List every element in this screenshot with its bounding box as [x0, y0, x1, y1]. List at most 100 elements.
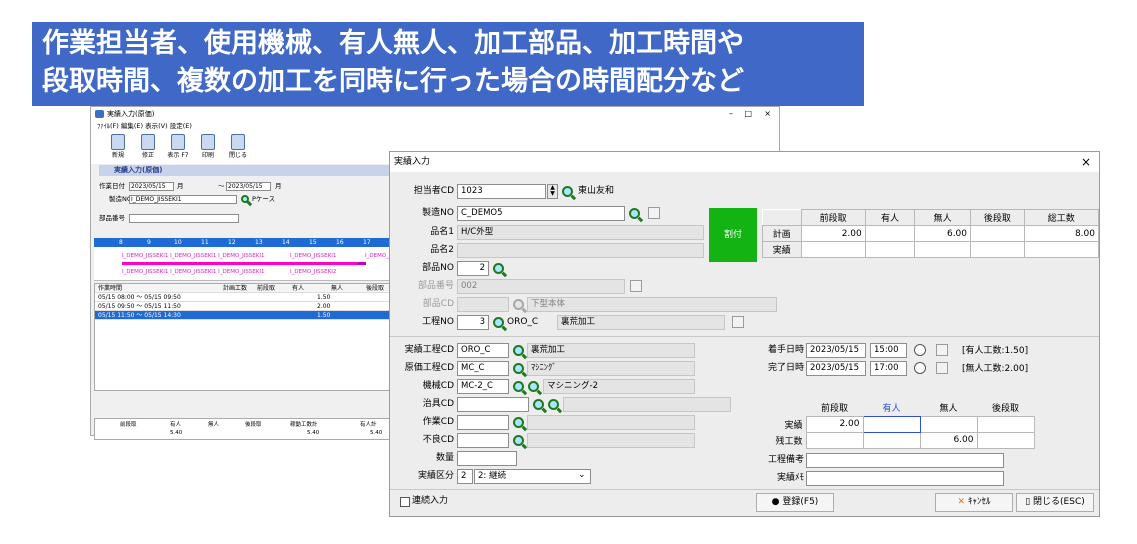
mfg-no-input[interactable]: I_DEMO_JISSEKI1: [129, 195, 237, 204]
toolbar-edit-button[interactable]: 修正: [133, 132, 163, 164]
end-date-input[interactable]: 2023/05/15: [806, 361, 866, 376]
furyou-input[interactable]: [457, 433, 509, 448]
search-icon[interactable]: [562, 186, 573, 197]
search-icon[interactable]: [493, 263, 504, 274]
chevron-down-icon[interactable]: ⌄: [578, 470, 586, 480]
jisseki-memo-label: 実績ﾒﾓ: [776, 473, 804, 483]
result-mujin-input[interactable]: [919, 415, 978, 433]
search-icon[interactable]: [493, 317, 504, 328]
split-button[interactable]: 割付: [709, 208, 757, 262]
seizou-no-input[interactable]: C_DEMO5: [457, 206, 625, 221]
result-atodandori-input[interactable]: [976, 415, 1035, 433]
end-note: [無人工数:2.00]: [962, 364, 1029, 374]
start-datetime-label: 着手日時: [767, 345, 804, 355]
buhin-bangou-label: 部品番号: [417, 281, 454, 291]
search-icon[interactable]: [528, 381, 539, 392]
toolbar-view-button[interactable]: 表示 F7: [163, 132, 193, 164]
kubun-code-input[interactable]: 2: [457, 469, 473, 484]
tantou-spinner[interactable]: ▲ ▼: [547, 184, 558, 199]
dialog-titlebar: 実績入力 ×: [390, 152, 1099, 172]
result-table: 前段取 有人 無人 後段取 実績 2.00 残工数 6.00: [762, 400, 1035, 449]
result-entry-dialog: 実績入力 × 担当者CD 1023 ▲ ▼ 東山友和 製造NO C_DEMO5 品…: [389, 151, 1100, 517]
calendar-icon: [630, 280, 642, 292]
date-to-input[interactable]: 2023/05/15: [226, 182, 271, 191]
cancel-button[interactable]: ✕ ｷｬﾝｾﾙ: [935, 493, 1013, 512]
hinmei2-field: [457, 243, 704, 258]
tantou-cd-input[interactable]: 1023: [457, 184, 546, 199]
table-row-selected[interactable]: 05/15 11:50 ～ 05/15 14:30 1.50: [95, 311, 403, 320]
gantt-label: I_DEMO_JISSEKI2: [290, 269, 337, 275]
koutei-no-input[interactable]: 3: [457, 315, 489, 330]
date-from-input[interactable]: 2023/05/15: [129, 182, 174, 191]
jigu-name: [563, 397, 731, 412]
gantt-bar[interactable]: [358, 262, 366, 265]
koutei-bikou-input[interactable]: [806, 453, 1004, 468]
toolbar-print-button[interactable]: 印刷: [193, 132, 223, 164]
clock-icon[interactable]: [914, 362, 926, 374]
gantt-label: I_DEMO_JISSEKI1: [290, 253, 337, 259]
continuous-checkbox[interactable]: [400, 497, 410, 507]
p-case-label: Pケース: [252, 195, 276, 203]
close-button[interactable]: ×: [764, 107, 771, 121]
window-title: 実績入力(原価): [107, 110, 155, 118]
gantt-chart[interactable]: I_DEMO_JISSEKI1 I_DEMO_JISSEKI1 I_DEMO_J…: [94, 247, 404, 281]
jisseki-memo-input[interactable]: [806, 471, 1004, 486]
search-icon[interactable]: [533, 399, 544, 410]
part-number-input[interactable]: [129, 214, 239, 223]
start-time-input[interactable]: 15:00: [870, 343, 907, 358]
table-header: 作業時間 計画工数 前段取 有人 無人 後段取: [95, 284, 403, 293]
calendar-icon[interactable]: [936, 344, 948, 356]
register-button[interactable]: ● 登録(F5): [756, 493, 834, 512]
plan-table: 前段取 有人 無人 後段取 総工数 計画 2.00 6.00 8.00 実績: [762, 209, 1100, 258]
search-icon[interactable]: [548, 399, 559, 410]
gantt-label: I_DEMO_JISSEKI1 I_DEMO_JISSEKI1 I_DEMO_J…: [122, 253, 265, 259]
edit-icon: [141, 134, 155, 150]
result-yujin-input[interactable]: [862, 415, 921, 433]
genka-koutei-name: ﾏｼﾆﾝｸﾞ: [527, 361, 695, 376]
headline-banner: 作業担当者、使用機械、有人無人、加工部品、加工時間や 段取時間、複数の加工を同時…: [32, 22, 864, 106]
jigu-input[interactable]: [457, 397, 529, 412]
buhin-cd-label: 部品CD: [422, 299, 454, 309]
end-time-input[interactable]: 17:00: [870, 361, 907, 376]
search-icon: [513, 299, 524, 310]
search-icon[interactable]: [241, 195, 249, 203]
kubun-select[interactable]: 2: 継続: [474, 469, 591, 484]
gantt-bar[interactable]: [122, 262, 358, 265]
search-icon[interactable]: [513, 345, 524, 356]
search-icon[interactable]: [513, 381, 524, 392]
koutei-no-label: 工程NO: [422, 317, 454, 327]
start-date-input[interactable]: 2023/05/15: [806, 343, 866, 358]
menu-bar[interactable]: ﾌｧｲﾙ(F) 編集(E) 表示(V) 設定(E): [91, 121, 779, 132]
sagyou-label: 作業CD: [422, 417, 454, 427]
calendar-icon[interactable]: [936, 362, 948, 374]
toolbar-new-button[interactable]: 新規: [103, 132, 133, 164]
gantt-label: I_DEMO_JISSEKI1 I_DEMO_JISSEKI1 I_DEMO_J…: [122, 269, 265, 275]
maximize-button[interactable]: □: [744, 107, 752, 121]
koutei-name: 裏荒加工: [557, 315, 725, 330]
table-row[interactable]: 05/15 08:00 ～ 05/15 09:50 1.50: [95, 293, 403, 302]
toolbar-close-button[interactable]: 閉じる: [223, 132, 253, 164]
minimize-button[interactable]: –: [729, 107, 733, 121]
calendar-icon: [732, 316, 744, 328]
close-dialog-button[interactable]: ▯ 閉じる(ESC): [1016, 493, 1094, 512]
sagyou-input[interactable]: [457, 415, 509, 430]
search-icon[interactable]: [629, 208, 640, 219]
search-icon[interactable]: [513, 435, 524, 446]
view-icon: [171, 134, 185, 150]
kikai-input[interactable]: MC-2_C: [457, 379, 509, 394]
suuryou-input[interactable]: [457, 451, 517, 466]
search-icon[interactable]: [513, 417, 524, 428]
genka-koutei-label: 原価工程CD: [404, 363, 454, 373]
cancel-x-icon: ✕: [957, 497, 966, 507]
clock-icon[interactable]: [914, 344, 926, 356]
dialog-close-button[interactable]: ×: [1081, 152, 1091, 172]
koutei-code: ORO_C: [507, 317, 539, 327]
work-date-label: 作業日付: [99, 182, 125, 190]
table-row[interactable]: 05/15 09:50 ～ 05/15 11:50 2.00: [95, 302, 403, 311]
jisseki-koutei-input[interactable]: ORO_C: [457, 343, 509, 358]
result-maedandori-input[interactable]: 2.00: [805, 415, 864, 433]
genka-koutei-input[interactable]: MC_C: [457, 361, 509, 376]
time-scale-bar: 8 9 10 11 12 13 14 15 16 17: [94, 238, 404, 247]
search-icon[interactable]: [513, 363, 524, 374]
buhin-no-input[interactable]: 2: [457, 261, 489, 276]
